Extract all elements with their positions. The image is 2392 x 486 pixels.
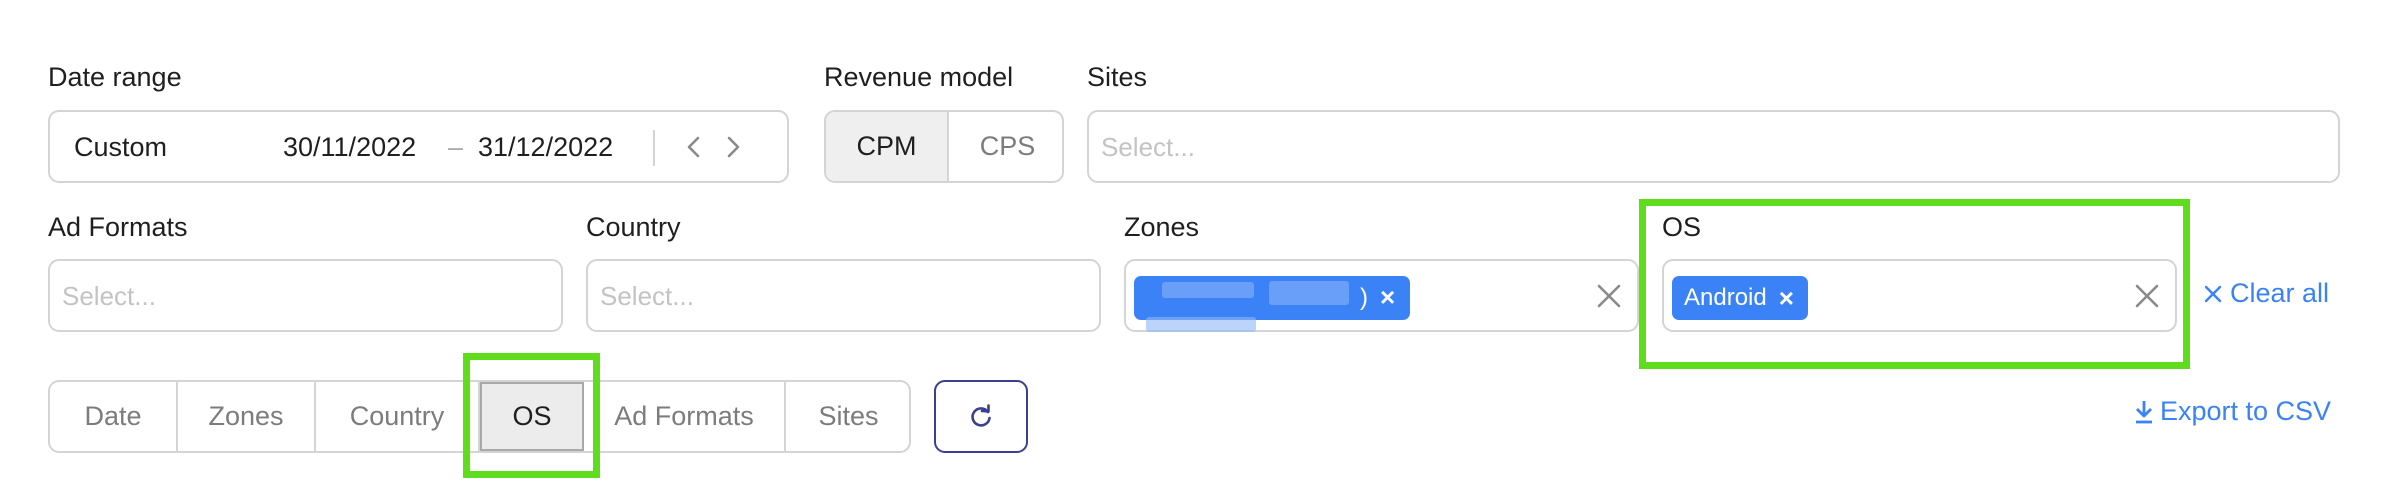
sites-select[interactable]: Select... bbox=[1087, 110, 2340, 183]
date-separator: – bbox=[448, 132, 464, 162]
chevron-right-icon[interactable] bbox=[718, 130, 748, 164]
tab-date[interactable]: Date bbox=[50, 382, 178, 451]
highlight-box-os-filter bbox=[1639, 199, 2190, 369]
export-csv-link[interactable]: Export to CSV bbox=[2134, 398, 2331, 425]
refresh-button[interactable] bbox=[934, 380, 1028, 453]
close-icon[interactable] bbox=[1594, 281, 1624, 311]
zone-chip-suffix: ) bbox=[1360, 284, 1368, 311]
download-icon bbox=[2136, 400, 2152, 423]
chevron-left-icon[interactable] bbox=[679, 130, 709, 164]
revenue-option-cpm[interactable]: CPM bbox=[826, 112, 949, 181]
highlight-box-os-tab bbox=[463, 353, 600, 478]
clear-all-label: Clear all bbox=[2230, 278, 2330, 308]
sites-label: Sites bbox=[1087, 62, 1148, 92]
revenue-model-toggle: CPM CPS bbox=[824, 110, 1064, 183]
revenue-model-label: Revenue model bbox=[824, 62, 1014, 92]
ad-formats-placeholder: Select... bbox=[62, 281, 156, 311]
date-range-picker[interactable]: Custom 30/11/2022 – 31/12/2022 bbox=[48, 110, 789, 183]
country-placeholder: Select... bbox=[600, 281, 694, 311]
date-preset[interactable]: Custom bbox=[74, 134, 167, 161]
redacted-text bbox=[1146, 317, 1256, 332]
revenue-option-cps[interactable]: CPS bbox=[949, 112, 1062, 181]
export-csv-label: Export to CSV bbox=[2160, 396, 2332, 426]
refresh-icon bbox=[971, 403, 991, 427]
country-select[interactable]: Select... bbox=[586, 259, 1101, 332]
tab-sites[interactable]: Sites bbox=[786, 382, 909, 451]
redacted-text bbox=[1162, 282, 1254, 298]
ad-formats-label: Ad Formats bbox=[48, 212, 188, 242]
close-icon bbox=[2204, 285, 2222, 302]
sites-placeholder: Select... bbox=[1101, 132, 1195, 162]
redacted-text bbox=[1269, 281, 1349, 305]
date-end[interactable]: 31/12/2022 bbox=[478, 134, 613, 161]
zone-chip: ) × bbox=[1134, 276, 1410, 320]
tab-country[interactable]: Country bbox=[316, 382, 480, 451]
country-label: Country bbox=[586, 212, 681, 242]
tab-zones[interactable]: Zones bbox=[178, 382, 316, 451]
date-divider bbox=[653, 130, 655, 166]
tab-ad-formats[interactable]: Ad Formats bbox=[584, 382, 786, 451]
date-start[interactable]: 30/11/2022 bbox=[283, 134, 416, 161]
clear-all-link[interactable]: Clear all bbox=[2202, 280, 2329, 307]
chip-remove-icon[interactable]: × bbox=[1380, 284, 1395, 310]
date-range-label: Date range bbox=[48, 62, 182, 92]
ad-formats-select[interactable]: Select... bbox=[48, 259, 563, 332]
zones-select[interactable]: ) × bbox=[1124, 259, 1639, 332]
zones-label: Zones bbox=[1124, 212, 1200, 242]
